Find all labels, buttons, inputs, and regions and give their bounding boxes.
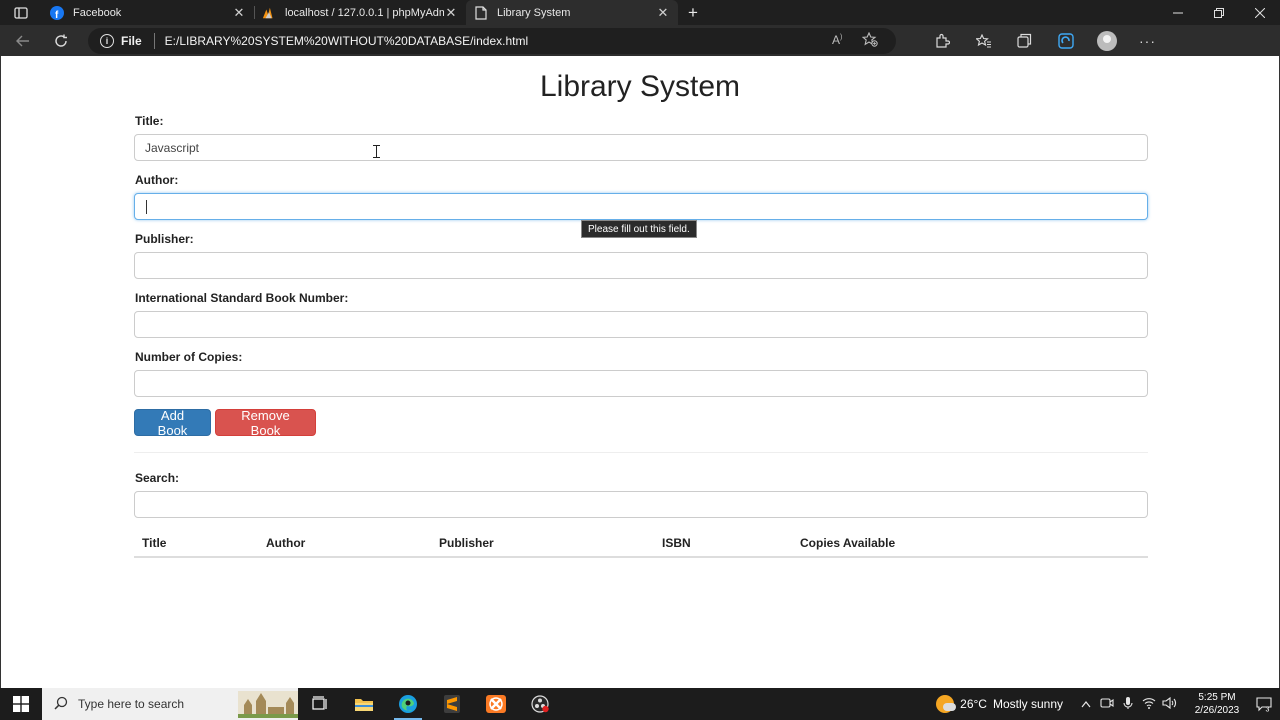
collections-icon[interactable]: [1004, 33, 1045, 48]
page-icon: [474, 5, 488, 20]
clock-date: 2/26/2023: [1194, 705, 1240, 716]
taskbar-search[interactable]: Type here to search: [42, 688, 298, 720]
validation-tooltip: Please fill out this field.: [581, 220, 697, 238]
remove-book-button[interactable]: Remove Book: [215, 408, 316, 438]
new-tab-icon[interactable]: +: [678, 0, 708, 25]
close-window-icon[interactable]: [1239, 0, 1280, 25]
search-input[interactable]: [134, 491, 1148, 518]
copies-label: Number of Copies:: [135, 350, 243, 364]
extensions-icon[interactable]: [922, 33, 963, 48]
browser-toolbar: i File E:/LIBRARY%20SYSTEM%20WITHOUT%20D…: [0, 25, 1280, 56]
task-view-icon[interactable]: [298, 688, 342, 720]
address-bar[interactable]: i File E:/LIBRARY%20SYSTEM%20WITHOUT%20D…: [88, 27, 896, 54]
refresh-icon[interactable]: [48, 28, 74, 54]
system-clock[interactable]: 5:25 PM 2/26/2023: [1186, 691, 1248, 717]
column-header-isbn[interactable]: ISBN: [662, 536, 691, 550]
window-controls: [1157, 0, 1280, 25]
svg-text:A: A: [832, 33, 840, 46]
weather-temp: 26°C: [960, 697, 987, 711]
author-input[interactable]: [134, 193, 1148, 220]
read-aloud-icon[interactable]: A): [832, 32, 848, 50]
notification-center-icon[interactable]: 3: [1248, 696, 1280, 712]
publisher-group: Publisher:: [134, 232, 1148, 291]
add-book-button[interactable]: Add Book: [134, 408, 211, 438]
divider: [134, 452, 1148, 453]
column-header-author[interactable]: Author: [266, 536, 305, 550]
browser-tab-bar: f Facebook ✕ localhost / 127.0.0.1 | php…: [0, 0, 1280, 25]
form-actions: Add Book Remove Book: [134, 408, 316, 438]
volume-icon[interactable]: [1159, 696, 1180, 712]
close-icon[interactable]: ✕: [444, 5, 458, 21]
clock-time: 5:25 PM: [1198, 692, 1236, 703]
isbn-group: International Standard Book Number:: [134, 291, 1148, 350]
info-icon[interactable]: i: [100, 33, 114, 48]
weather-sunny-icon: [936, 695, 957, 713]
title-input[interactable]: [134, 134, 1148, 161]
file-explorer-icon[interactable]: [342, 688, 386, 720]
column-header-publisher[interactable]: Publisher: [439, 536, 494, 550]
page-viewport: Library System Title: Author: Publisher:…: [0, 56, 1280, 688]
text-cursor-icon: [372, 145, 381, 158]
close-icon[interactable]: ✕: [232, 5, 246, 21]
book-form: Title: Author: Publisher: International …: [134, 114, 1148, 409]
tab-title: Facebook: [73, 6, 122, 19]
browser-tools: ···: [922, 30, 1168, 51]
tab-phpmyadmin[interactable]: localhost / 127.0.0.1 | phpMyAdmin ✕: [254, 0, 466, 25]
windows-taskbar: Type here to search 26°C Mostly sunny 5:…: [0, 688, 1280, 720]
search-highlight-icon: [238, 691, 298, 718]
close-icon[interactable]: ✕: [656, 5, 670, 21]
chevron-up-icon[interactable]: [1075, 697, 1096, 711]
publisher-input[interactable]: [134, 252, 1148, 279]
search-label: Search:: [135, 471, 180, 485]
system-tray: 26°C Mostly sunny 5:25 PM 2/26/2023 3: [936, 688, 1280, 720]
tab-title: localhost / 127.0.0.1 | phpMyAdmin: [285, 6, 444, 19]
phpmyadmin-icon: [262, 6, 276, 20]
weather-condition: Mostly sunny: [992, 697, 1063, 711]
wifi-icon[interactable]: [1138, 697, 1159, 712]
separator: [153, 32, 155, 49]
column-header-copies[interactable]: Copies Available: [800, 536, 895, 550]
copies-input[interactable]: [134, 370, 1148, 397]
edge-browser-icon[interactable]: [386, 688, 430, 720]
profile-avatar-icon[interactable]: [1086, 30, 1127, 51]
tab-actions-icon[interactable]: [0, 0, 42, 25]
search-group: Search:: [134, 471, 1148, 518]
books-table-header: Title Author Publisher ISBN Copies Avail…: [134, 532, 1148, 558]
more-menu-icon[interactable]: ···: [1127, 33, 1168, 49]
tab-facebook[interactable]: f Facebook ✕: [42, 0, 254, 25]
favorites-icon[interactable]: [963, 33, 1004, 48]
taskbar-search-placeholder: Type here to search: [78, 697, 185, 711]
xampp-icon[interactable]: [474, 688, 518, 720]
sublime-text-icon[interactable]: [430, 688, 474, 720]
title-group: Title:: [134, 114, 1148, 173]
weather-widget[interactable]: 26°C Mostly sunny: [936, 695, 1063, 713]
svg-text:): ): [840, 34, 842, 41]
author-label: Author:: [135, 173, 179, 187]
omnibox-actions: A): [832, 31, 896, 50]
windows-start-icon[interactable]: [0, 688, 42, 720]
add-favorite-icon[interactable]: [861, 31, 878, 50]
copies-group: Number of Copies:: [134, 350, 1148, 409]
column-header-title[interactable]: Title: [142, 536, 166, 550]
search-icon: [54, 696, 68, 713]
text-caret: [146, 200, 147, 214]
isbn-label: International Standard Book Number:: [135, 291, 349, 305]
obs-recorder-icon[interactable]: [518, 688, 562, 720]
page-title: Library System: [539, 70, 741, 103]
microphone-icon[interactable]: [1117, 696, 1138, 713]
edge-sidebar-icon[interactable]: [1045, 32, 1086, 49]
tab-library-system[interactable]: Library System ✕: [466, 0, 678, 25]
isbn-input[interactable]: [134, 311, 1148, 338]
title-label: Title:: [135, 114, 164, 128]
minimize-icon[interactable]: [1157, 0, 1198, 25]
meet-now-icon[interactable]: [1096, 697, 1117, 712]
url-scheme: File: [121, 33, 142, 48]
notification-count: 3: [1266, 707, 1270, 713]
back-icon[interactable]: [10, 28, 36, 54]
restore-icon[interactable]: [1198, 0, 1239, 25]
tab-title: Library System: [497, 6, 571, 19]
url-text[interactable]: E:/LIBRARY%20SYSTEM%20WITHOUT%20DATABASE…: [165, 34, 528, 48]
facebook-icon: f: [50, 5, 64, 20]
